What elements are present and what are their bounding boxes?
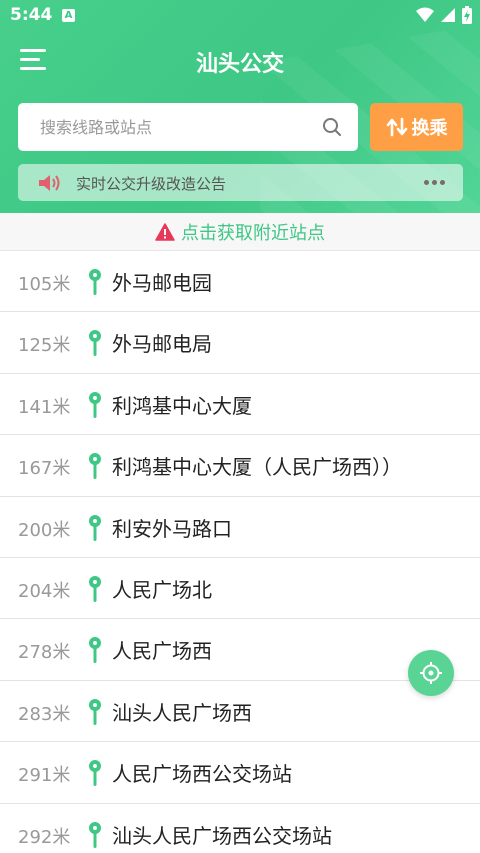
stop-name: 人民广场西	[112, 639, 212, 664]
menu-icon	[20, 49, 46, 52]
warning-icon	[155, 222, 175, 241]
list-item[interactable]: 283米 汕头人民广场西	[0, 681, 480, 743]
list-item[interactable]: 141米 利鸿基中心大厦	[0, 374, 480, 436]
location-pin-icon	[89, 453, 101, 480]
stop-distance: 204米	[18, 580, 71, 602]
search-box[interactable]	[18, 103, 358, 151]
search-icon[interactable]	[322, 117, 342, 137]
list-item[interactable]: 204米 人民广场北	[0, 558, 480, 620]
locate-icon	[420, 662, 442, 684]
stop-name: 外马邮电园	[112, 271, 212, 295]
stop-distance: 291米	[18, 765, 71, 787]
transfer-button[interactable]: 换乘	[370, 103, 463, 151]
search-input[interactable]	[18, 103, 318, 151]
nearby-stops-label: 点击获取附近站点	[181, 222, 325, 244]
stop-name: 人民广场西公交场站	[112, 762, 292, 787]
list-item[interactable]: 200米 利安外马路口	[0, 497, 480, 558]
list-item[interactable]: 125米 外马邮电局	[0, 312, 480, 374]
stop-distance: 141米	[18, 396, 71, 418]
more-icon[interactable]	[424, 174, 445, 185]
list-item[interactable]: 105米 外马邮电园	[0, 251, 480, 313]
transfer-label: 换乘	[411, 118, 448, 139]
list-item[interactable]: 167米 利鸿基中心大厦（人民广场西））	[0, 435, 480, 497]
battery-icon	[462, 6, 472, 24]
list-item[interactable]: 292米 汕头人民广场西公交场站	[0, 804, 480, 853]
stop-distance: 283米	[18, 703, 71, 725]
location-pin-icon	[89, 698, 101, 725]
stop-name: 利鸿基中心大厦（人民广场西））	[112, 455, 402, 480]
stop-distance: 200米	[18, 519, 71, 541]
status-bar: 5:44 A	[0, 0, 480, 32]
stop-name: 外马邮电局	[112, 332, 212, 357]
notice-text: 实时公交升级改造公告	[76, 175, 227, 193]
location-pin-icon	[89, 269, 101, 295]
nearby-stops-button[interactable]: 点击获取附近站点	[0, 213, 480, 251]
location-pin-icon	[89, 760, 101, 787]
stop-name: 汕头人民广场西公交场站	[112, 823, 332, 848]
transfer-icon	[386, 117, 407, 137]
stop-name: 利安外马路口	[112, 516, 232, 541]
list-item[interactable]: 291米 人民广场西公交场站	[0, 742, 480, 804]
stop-distance: 125米	[18, 335, 71, 357]
stop-distance: 292米	[18, 826, 71, 848]
stop-distance: 105米	[18, 274, 71, 295]
location-pin-icon	[89, 637, 101, 664]
page-title: 汕头公交	[195, 52, 284, 77]
location-pin-icon	[89, 575, 101, 602]
stop-distance: 278米	[18, 642, 71, 664]
location-pin-icon	[89, 330, 101, 357]
status-time: 5:44	[10, 5, 53, 25]
stop-list: 105米 外马邮电园 125米 外马邮电局 141米 利鸿基中心大厦 167米 …	[0, 251, 480, 853]
stop-name: 利鸿基中心大厦	[112, 393, 252, 418]
notification-icon: A	[62, 9, 75, 22]
notice-bar[interactable]: 实时公交升级改造公告	[18, 164, 463, 201]
location-pin-icon	[89, 514, 101, 541]
location-pin-icon	[89, 821, 101, 848]
stop-distance: 167米	[18, 458, 71, 480]
locate-button[interactable]	[408, 650, 454, 696]
wifi-icon	[416, 7, 434, 22]
stop-name: 人民广场北	[112, 577, 212, 602]
speaker-icon	[39, 175, 60, 191]
menu-button[interactable]	[20, 49, 48, 73]
status-icons	[416, 6, 472, 24]
signal-icon	[441, 8, 455, 22]
stop-name: 汕头人民广场西	[112, 700, 252, 725]
header: 5:44 A 汕头公交 换乘 实时公交升级改造公告	[0, 0, 480, 213]
location-pin-icon	[89, 391, 101, 418]
